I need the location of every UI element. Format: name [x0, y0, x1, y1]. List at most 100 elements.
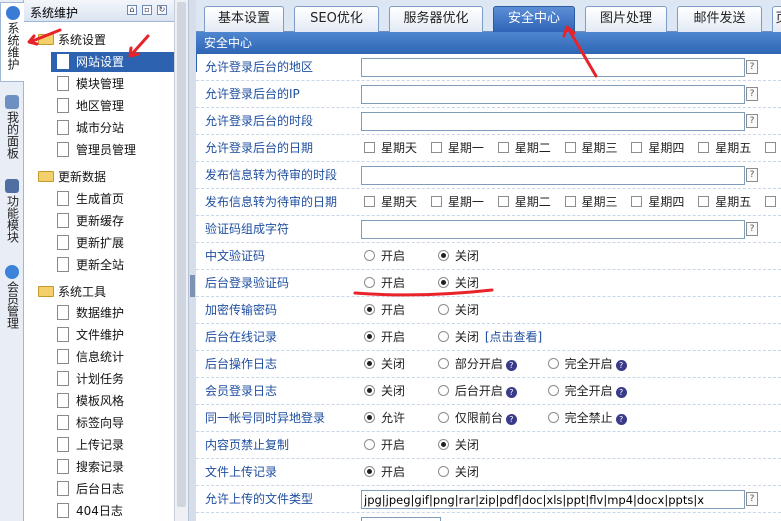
- weekday-checkbox[interactable]: 星: [765, 189, 781, 216]
- tab-mail[interactable]: 邮件发送: [677, 6, 762, 32]
- help-icon[interactable]: ?: [746, 168, 758, 182]
- tree-item[interactable]: 更新扩展: [57, 233, 124, 253]
- radio-icon: [364, 358, 375, 369]
- tree-item[interactable]: 搜索记录: [57, 457, 124, 477]
- tree-group-label: 系统工具: [58, 285, 107, 299]
- radio-off[interactable]: 关闭: [437, 297, 479, 324]
- tree-scrollbar[interactable]: [174, 0, 188, 521]
- help-icon[interactable]: ?: [746, 60, 758, 74]
- help-icon[interactable]: ?: [505, 360, 517, 371]
- weekday-checkbox[interactable]: 星期三: [564, 135, 618, 162]
- radio-option[interactable]: 完全禁止?: [547, 405, 627, 432]
- tree-item[interactable]: 404日志: [57, 501, 123, 521]
- scrollbar-thumb[interactable]: [177, 2, 186, 507]
- tree-item[interactable]: 信息统计: [57, 347, 124, 367]
- help-icon[interactable]: ?: [746, 492, 758, 506]
- radio-option[interactable]: 完全开启?: [547, 378, 627, 405]
- tree-item[interactable]: 标签向导: [57, 413, 124, 433]
- module-icon: [5, 179, 19, 193]
- sidebar-tab-modules[interactable]: 功能模块: [0, 176, 24, 258]
- tab-seo[interactable]: SEO优化: [294, 6, 379, 32]
- login-ip-input[interactable]: [361, 85, 745, 104]
- radio-on[interactable]: 开启: [364, 270, 424, 297]
- help-icon[interactable]: ?: [505, 387, 517, 398]
- radio-off[interactable]: 关闭: [437, 243, 479, 270]
- radio-option[interactable]: 关闭: [364, 351, 424, 378]
- help-icon[interactable]: ?: [746, 114, 758, 128]
- weekday-checkbox[interactable]: 星期五: [698, 135, 751, 162]
- row-disable-copy: 内容页禁止复制 开启 关闭: [196, 432, 781, 459]
- next-field-input[interactable]: [361, 517, 441, 521]
- review-hours-input[interactable]: [361, 166, 745, 185]
- sidebar-tab-panel[interactable]: 我的面板: [0, 92, 24, 172]
- radio-off[interactable]: 关闭: [437, 270, 479, 297]
- weekday-checkbox[interactable]: 星期三: [564, 189, 618, 216]
- panel-splitter[interactable]: [188, 0, 196, 521]
- captcha-chars-input[interactable]: [361, 220, 745, 239]
- radio-on[interactable]: 开启: [364, 297, 424, 324]
- radio-off[interactable]: 关闭 [点击查看]: [437, 324, 542, 351]
- tree-group-system-settings[interactable]: 系统设置: [38, 30, 106, 50]
- radio-off[interactable]: 关闭: [437, 432, 479, 459]
- tab-more[interactable]: 页: [772, 6, 781, 32]
- radio-option[interactable]: 允许: [364, 405, 424, 432]
- radio-option[interactable]: 关闭: [364, 378, 424, 405]
- login-hours-input[interactable]: [361, 112, 745, 131]
- radio-off[interactable]: 关闭: [437, 459, 479, 486]
- home-icon[interactable]: ⌂: [127, 5, 137, 15]
- weekday-checkbox[interactable]: 星期天: [364, 189, 417, 216]
- tree-item[interactable]: 模板风格: [57, 391, 124, 411]
- tree-item[interactable]: 地区管理: [57, 96, 124, 116]
- help-icon[interactable]: ?: [615, 387, 627, 398]
- radio-on[interactable]: 开启: [364, 432, 424, 459]
- weekday-checkbox[interactable]: 星期一: [430, 135, 484, 162]
- help-icon[interactable]: ?: [746, 87, 758, 101]
- tab-security[interactable]: 安全中心: [493, 6, 575, 32]
- upload-types-input[interactable]: [361, 490, 745, 509]
- tree-item[interactable]: 文件维护: [57, 325, 124, 345]
- help-icon[interactable]: ?: [505, 414, 517, 425]
- login-region-input[interactable]: [361, 58, 745, 77]
- radio-on[interactable]: 开启: [364, 243, 424, 270]
- weekday-checkbox[interactable]: 星: [765, 135, 781, 162]
- sidebar-tab-system[interactable]: 系统维护: [0, 2, 24, 82]
- tree-item[interactable]: 更新全站: [57, 255, 124, 275]
- tree-item[interactable]: 计划任务: [57, 369, 124, 389]
- weekday-checkbox[interactable]: 星期四: [631, 189, 684, 216]
- tree-panel: 系统维护 ⌂ ▫ ↻ 系统设置 网站设置 模块管理 地区管理 城市分站 管理员管…: [24, 0, 197, 521]
- collapse-arrow-icon[interactable]: [190, 275, 195, 297]
- radio-on[interactable]: 开启: [364, 324, 424, 351]
- weekday-checkbox[interactable]: 星期二: [497, 189, 551, 216]
- weekday-checkbox[interactable]: 星期四: [631, 135, 684, 162]
- weekday-checkbox[interactable]: 星期天: [364, 135, 417, 162]
- tree-group-system-tools[interactable]: 系统工具: [38, 282, 106, 302]
- radio-option[interactable]: 仅限前台?: [437, 405, 534, 432]
- tree-item[interactable]: 数据维护: [57, 303, 124, 323]
- radio-option[interactable]: 完全开启?: [547, 351, 627, 378]
- weekday-checkbox[interactable]: 星期五: [698, 189, 751, 216]
- tab-basic[interactable]: 基本设置: [204, 6, 284, 32]
- refresh-icon[interactable]: ↻: [157, 5, 167, 15]
- weekday-checkbox[interactable]: 星期二: [497, 135, 551, 162]
- view-online-link[interactable]: [点击查看]: [485, 330, 542, 344]
- tab-image[interactable]: 图片处理: [585, 6, 667, 32]
- radio-option[interactable]: 后台开启?: [437, 378, 534, 405]
- tree-group-update-data[interactable]: 更新数据: [38, 167, 106, 187]
- collapse-icon[interactable]: ▫: [142, 5, 152, 15]
- page-icon: [57, 481, 69, 496]
- sidebar-tab-members[interactable]: 会员管理: [0, 262, 24, 344]
- help-icon[interactable]: ?: [615, 414, 627, 425]
- tree-item[interactable]: 管理员管理: [57, 140, 136, 160]
- tree-item[interactable]: 上传记录: [57, 435, 124, 455]
- help-icon[interactable]: ?: [615, 360, 627, 371]
- tree-item[interactable]: 模块管理: [57, 74, 124, 94]
- weekday-checkbox[interactable]: 星期一: [430, 189, 484, 216]
- tree-item[interactable]: 后台日志: [57, 479, 124, 499]
- tree-item[interactable]: 更新缓存: [57, 211, 124, 231]
- tree-item[interactable]: 生成首页: [57, 189, 124, 209]
- radio-on[interactable]: 开启: [364, 459, 424, 486]
- tab-server[interactable]: 服务器优化: [389, 6, 483, 32]
- radio-option[interactable]: 部分开启?: [437, 351, 534, 378]
- tree-item[interactable]: 城市分站: [57, 118, 124, 138]
- help-icon[interactable]: ?: [746, 222, 758, 236]
